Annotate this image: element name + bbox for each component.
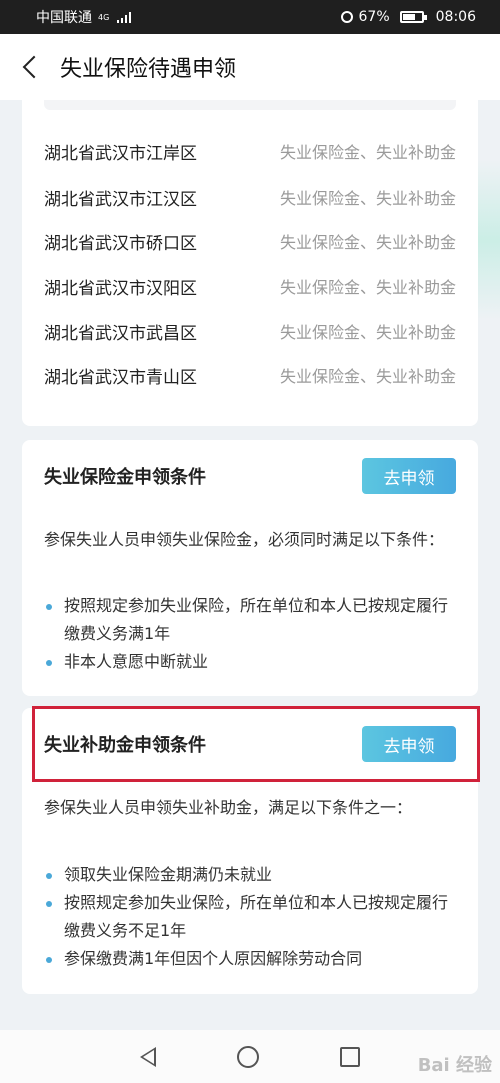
nav-home-icon[interactable] xyxy=(236,1045,259,1068)
card-header: 失业保险金申领条件 去申领 xyxy=(44,458,456,494)
condition-item: 参保缴费满1年但因个人原因解除劳动合同 xyxy=(44,945,462,973)
page-title: 失业保险待遇申领 xyxy=(60,57,237,82)
condition-item: 非本人意愿中断就业 xyxy=(44,648,462,676)
region-row[interactable]: 湖北省武汉市硚口区 失业保险金、失业补助金 xyxy=(44,226,456,256)
battery-fill xyxy=(402,14,415,20)
region-benefit-types: 失业保险金、失业补助金 xyxy=(279,189,456,208)
region-benefit-types: 失业保险金、失业补助金 xyxy=(279,233,456,252)
condition-list: 按照规定参加失业保险，所在单位和本人已按规定履行缴费义务满1年 非本人意愿中断就… xyxy=(44,592,462,676)
insurance-conditions-card: 失业保险金申领条件 去申领 参保失业人员申领失业保险金，必须同时满足以下条件： … xyxy=(22,440,478,696)
region-benefit-types: 失业保险金、失业补助金 xyxy=(279,367,456,386)
status-bar: 中国联通 4G 67% 08:06 xyxy=(0,0,500,34)
battery-percent: 67% xyxy=(358,9,390,25)
region-benefit-types: 失业保险金、失业补助金 xyxy=(279,278,456,297)
nav-recent-apps-icon[interactable] xyxy=(339,1046,360,1067)
clock: 08:06 xyxy=(435,9,476,25)
network-label: 4G xyxy=(98,13,110,22)
condition-item: 按照规定参加失业保险，所在单位和本人已按规定履行缴费义务不足1年 xyxy=(44,889,462,945)
region-name: 湖北省武汉市硚口区 xyxy=(44,233,197,254)
region-row[interactable]: 湖北省武汉市江汉区 失业保险金、失业补助金 xyxy=(44,182,456,212)
system-nav-bar: Bai 经验 xyxy=(0,1030,500,1083)
alarm-icon xyxy=(340,11,353,23)
region-name: 湖北省武汉市武昌区 xyxy=(44,323,197,344)
apply-insurance-button[interactable]: 去申领 xyxy=(362,458,456,494)
region-row[interactable]: 湖北省武汉市江岸区 失业保险金、失业补助金 xyxy=(44,136,456,166)
signal-icon xyxy=(117,11,132,23)
region-benefit-types: 失业保险金、失业补助金 xyxy=(279,143,456,162)
card-description: 参保失业人员申领失业补助金，满足以下条件之一： xyxy=(44,798,413,817)
region-name: 湖北省武汉市江岸区 xyxy=(44,143,197,164)
region-row[interactable]: 湖北省武汉市青山区 失业保险金、失业补助金 xyxy=(44,360,456,390)
card-title: 失业保险金申领条件 xyxy=(44,467,206,488)
region-row[interactable]: 湖北省武汉市武昌区 失业保险金、失业补助金 xyxy=(44,316,456,346)
condition-item: 按照规定参加失业保险，所在单位和本人已按规定履行缴费义务满1年 xyxy=(44,592,462,648)
watermark: Bai 经验 xyxy=(417,1055,492,1076)
card-description: 参保失业人员申领失业保险金，必须同时满足以下条件： xyxy=(44,530,445,549)
region-name: 湖北省武汉市江汉区 xyxy=(44,189,197,210)
region-name: 湖北省武汉市汉阳区 xyxy=(44,278,197,299)
region-row[interactable]: 湖北省武汉市汉阳区 失业保险金、失业补助金 xyxy=(44,271,456,301)
region-list-card: 湖北省武汉市江岸区 失业保险金、失业补助金 湖北省武汉市江汉区 失业保险金、失业… xyxy=(22,100,478,426)
region-name: 湖北省武汉市青山区 xyxy=(44,367,197,388)
condition-list: 领取失业保险金期满仍未就业 按照规定参加失业保险，所在单位和本人已按规定履行缴费… xyxy=(44,861,462,973)
chevron-left-icon xyxy=(22,55,46,79)
back-button[interactable] xyxy=(0,34,60,100)
carrier-label: 中国联通 xyxy=(36,10,92,26)
nav-back-icon[interactable] xyxy=(140,1046,157,1067)
search-area-bottom xyxy=(44,100,456,110)
highlight-annotation-box xyxy=(32,706,480,782)
condition-item: 领取失业保险金期满仍未就业 xyxy=(44,861,462,889)
battery-icon xyxy=(399,11,427,23)
region-benefit-types: 失业保险金、失业补助金 xyxy=(279,323,456,342)
app-header: 失业保险待遇申领 xyxy=(0,34,500,100)
